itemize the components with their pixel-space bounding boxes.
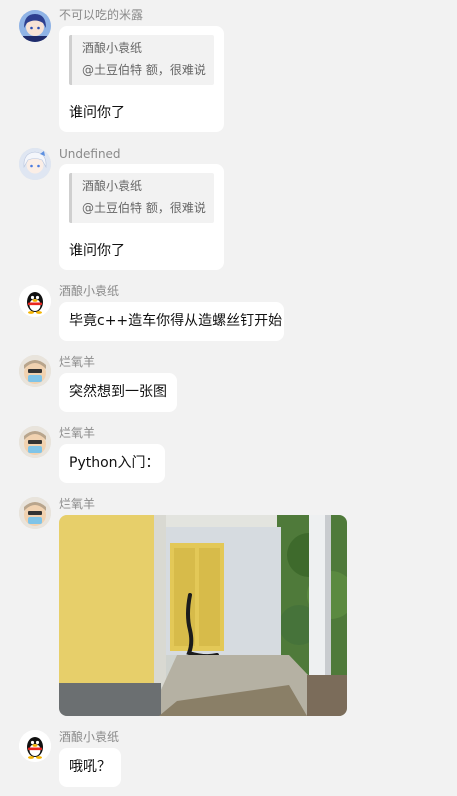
message-bubble[interactable]: 酒酿小袁纸 @土豆伯特 额，很难说 谁问你了 [59,164,224,270]
cartoon-face-avatar-icon [19,497,51,529]
user-avatar[interactable] [19,497,51,529]
user-avatar[interactable] [19,426,51,458]
message-text: 哦吼？ [69,759,111,775]
message-text: 突然想到一张图 [69,384,167,400]
sender-name: 不可以吃的米露 [59,8,144,22]
anime-girl-avatar-icon [19,10,51,42]
message-text: 谁问你了 [69,105,125,121]
message-text: 毕竟c++造车你得从造螺丝钉开始 [69,313,283,329]
message-image[interactable] [59,515,347,716]
qq-penguin-avatar-icon [19,285,51,317]
quoted-message[interactable]: 酒酿小袁纸 @土豆伯特 额，很难说 [69,173,214,223]
sender-name: 酒酿小袁纸 [59,284,120,298]
message-bubble[interactable]: Python入门： [59,444,165,483]
cartoon-face-avatar-icon [19,426,51,458]
quoted-author: 酒酿小袁纸 [82,179,143,193]
user-avatar[interactable] [19,730,51,762]
message-bubble[interactable]: 毕竟c++造车你得从造螺丝钉开始 [59,302,284,341]
message-text: 谁问你了 [69,243,125,259]
sender-name: 酒酿小袁纸 [59,730,120,744]
quoted-text: @土豆伯特 额，很难说 [82,63,206,77]
user-avatar[interactable] [19,148,51,180]
anime-girl-white-hair-avatar-icon [19,148,51,180]
message-bubble[interactable]: 酒酿小袁纸 @土豆伯特 额，很难说 谁问你了 [59,26,224,132]
message-bubble[interactable]: 突然想到一张图 [59,373,177,412]
user-avatar[interactable] [19,10,51,42]
sender-name: Undefined [59,147,121,161]
quoted-message[interactable]: 酒酿小袁纸 @土豆伯特 额，很难说 [69,35,214,85]
quoted-text: @土豆伯特 额，很难说 [82,201,206,215]
cartoon-face-avatar-icon [19,355,51,387]
user-avatar[interactable] [19,355,51,387]
sender-name: 烂氧羊 [59,497,96,511]
message-text: Python入门： [69,455,160,471]
snake-at-yellow-door-photo-icon [59,515,347,716]
quoted-author: 酒酿小袁纸 [82,41,143,55]
qq-penguin-avatar-icon [19,730,51,762]
sender-name: 烂氧羊 [59,355,96,369]
sender-name: 烂氧羊 [59,426,96,440]
user-avatar[interactable] [19,285,51,317]
message-bubble[interactable]: 哦吼？ [59,748,121,787]
